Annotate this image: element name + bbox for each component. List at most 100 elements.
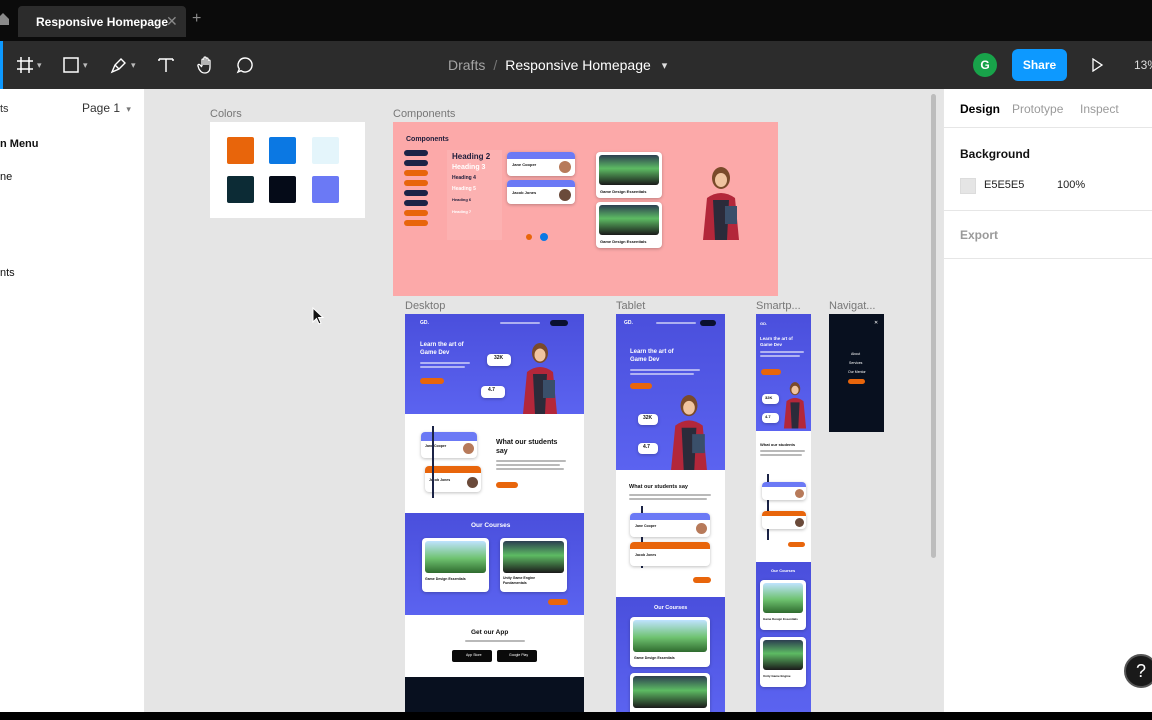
layers-tab-label[interactable]: ts [0,103,9,115]
heading-sample: Heading 4 [452,175,476,181]
button-sample [404,160,428,166]
help-button[interactable]: ? [1124,654,1152,688]
student-photo [523,343,557,414]
pen-tool-button[interactable]: ▾ [110,53,136,77]
body-copy [760,450,805,452]
hand-tool-button[interactable] [196,53,216,77]
nav-links [500,322,540,324]
body-copy [629,494,711,496]
new-tab-icon[interactable]: + [192,10,201,28]
hero-cta [420,378,444,384]
courses-heading: Our Courses [771,568,796,573]
navigation-frame[interactable]: ✕ About Services Our Mentor [829,314,884,432]
hero-copy [630,373,694,375]
breadcrumb-drafts[interactable]: Drafts [448,57,485,73]
frame-label-tablet[interactable]: Tablet [616,300,645,312]
colors-frame[interactable] [210,122,365,218]
avatar [463,443,474,454]
stat-value: 32K [643,415,653,421]
hero-cta [761,369,781,375]
frame-icon [17,57,33,73]
heading-stack: Heading 2 Heading 3 Heading 4 Heading 5 … [447,150,502,240]
hero-title: Game Dev [630,357,660,363]
course-image [633,620,707,652]
tablet-frame[interactable]: GD. Learn the art of Game Dev 32K 4.7 Wh… [616,314,725,712]
color-swatch[interactable] [312,176,339,203]
testimonials-heading: What our students say [629,484,688,490]
courses-section: Our Courses Game Design Essentials Unity… [405,513,584,615]
home-icon[interactable] [0,12,10,26]
close-icon[interactable]: ✕ [166,13,178,30]
frame-tool-button[interactable]: ▾ [16,53,42,77]
course-title: Unity Game Engine [763,674,791,678]
hero-section: GD. Learn the art of Game Dev 32K 4.7 [616,314,725,470]
frame-label-desktop[interactable]: Desktop [405,300,445,312]
color-swatch[interactable] [312,137,339,164]
share-button[interactable]: Share [1012,49,1067,81]
hero-copy [760,351,804,353]
nav-item: About [851,352,861,356]
frame-label-components[interactable]: Components [393,108,455,120]
stat-value: 4.7 [488,387,495,393]
testimonial-card [762,511,806,529]
testimonial-card: Jane Cooper [630,513,710,537]
testimonials-heading: say [496,448,508,455]
color-swatch[interactable] [227,176,254,203]
layer-item[interactable]: nts [0,267,15,279]
stat-card: 32K [762,394,779,404]
stat-card: 4.7 [638,443,658,454]
file-name[interactable]: Responsive Homepage [505,57,651,73]
google-play-label: Google Play [509,653,529,657]
testimonial-card: Jacob Jones [507,180,575,204]
course-title: Game Design Essentials [425,577,466,581]
layer-item[interactable]: n Menu [0,138,39,150]
export-heading[interactable]: Export [960,228,998,242]
play-icon[interactable] [1090,58,1104,72]
course-title: Game Design Essentials [634,656,675,660]
course-card: Game Design Essentials [596,202,662,248]
zoom-level[interactable]: 13% [1134,58,1152,72]
course-image [599,155,659,185]
hero-copy [630,369,700,371]
background-hex-input[interactable]: E5E5E5 [984,179,1024,191]
heading-sample: Heading 3 [452,164,486,171]
course-card: Unity Game Engine [760,637,806,687]
chevron-down-icon[interactable]: ▾ [662,59,668,72]
canvas[interactable]: Colors Components Components Heading 2 H… [145,89,943,712]
tab-prototype[interactable]: Prototype [1012,102,1063,116]
avatar [795,518,804,527]
components-frame[interactable]: Components Heading 2 Heading 3 Heading 4… [393,122,778,296]
course-image [763,583,803,613]
smartphone-frame[interactable]: GD. Learn the art of Game Dev 32K 4.7 Wh… [756,314,811,712]
heading-sample: Heading 2 [452,152,491,161]
tab-responsive-homepage[interactable]: Responsive Homepage ✕ [18,6,186,37]
carousel-dot [540,233,548,241]
background-color-swatch[interactable] [960,178,976,194]
tab-design[interactable]: Design [960,102,1000,116]
tab-inspect[interactable]: Inspect [1080,102,1119,116]
color-swatch[interactable] [269,137,296,164]
frame-label-colors[interactable]: Colors [210,108,242,120]
mouse-cursor [312,307,325,325]
layer-item[interactable]: ne [0,171,12,183]
frame-label-navigation[interactable]: Navigat... [829,300,875,312]
button-sample [404,150,428,156]
text-tool-button[interactable] [157,53,175,77]
comment-tool-button[interactable] [236,53,254,77]
course-card: Game Design Essentials [596,152,662,198]
desktop-frame[interactable]: GD. Learn the art of Game Dev 32K 4.7 Ja… [405,314,584,712]
color-swatch[interactable] [227,137,254,164]
hero-title: Learn the art of [420,342,464,348]
canvas-scrollbar[interactable] [931,94,936,558]
app-store-label: App Store [466,653,482,657]
shape-tool-button[interactable]: ▾ [62,53,88,77]
avatar[interactable]: G [973,53,997,77]
color-swatch[interactable] [269,176,296,203]
frame-label-smartphone[interactable]: Smartp... [756,300,801,312]
logo: GD. [420,320,429,326]
background-opacity-input[interactable]: 100% [1057,179,1085,191]
comment-icon [236,57,253,74]
pen-icon [110,58,126,74]
page-select[interactable]: Page 1 ▾ [82,101,131,115]
card-header [507,180,575,187]
